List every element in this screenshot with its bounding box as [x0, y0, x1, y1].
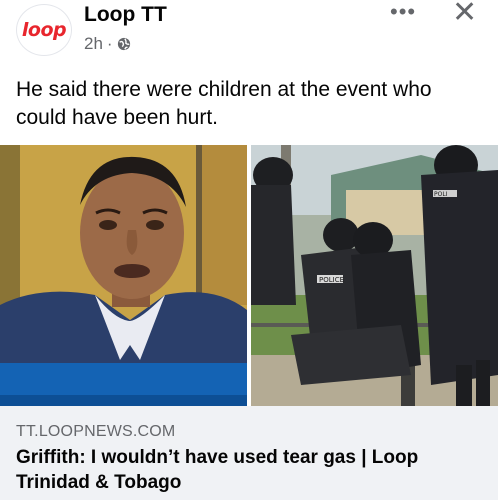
globe-icon[interactable]: [117, 37, 131, 51]
vest-label: POLICE: [319, 276, 344, 284]
close-icon[interactable]: ✕: [452, 0, 477, 28]
post-body-text: He said there were children at the event…: [16, 78, 432, 129]
vest-label-2: POLI: [434, 191, 448, 198]
post-timestamp[interactable]: 2h: [84, 34, 103, 54]
photo-man-speaking[interactable]: [0, 145, 247, 406]
link-title[interactable]: Griffith: I wouldn’t have used tear gas …: [16, 445, 486, 495]
post-meta: 2h ·: [84, 34, 131, 54]
page-avatar[interactable]: loop: [16, 4, 72, 56]
page-name-link[interactable]: Loop TT: [84, 3, 167, 27]
loop-logo: loop: [21, 19, 67, 41]
link-domain: TT.LOOPNEWS.COM: [16, 423, 176, 440]
post-header: loop Loop TT 2h · ••• ✕: [0, 0, 498, 60]
photo-police-illustration: POLICE POLI: [251, 145, 498, 406]
meta-separator: ·: [106, 34, 113, 53]
photo-police-officers[interactable]: POLICE POLI i: [251, 145, 498, 406]
link-preview[interactable]: TT.LOOPNEWS.COM Griffith: I wouldn’t hav…: [0, 406, 498, 500]
photo-man-speaking-illustration: [0, 145, 247, 406]
more-options-icon[interactable]: •••: [390, 1, 416, 23]
post-images[interactable]: POLICE POLI i: [0, 145, 498, 406]
